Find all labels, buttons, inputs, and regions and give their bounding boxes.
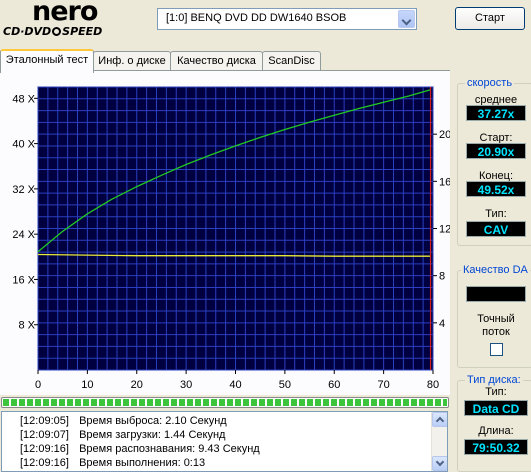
y-right-tick-label: 8	[439, 271, 445, 283]
x-tick-label: 60	[328, 379, 340, 391]
x-tick-label: 30	[180, 379, 192, 391]
disc-type-value: Data CD	[464, 400, 528, 416]
y-left-tick-label: 40 X	[12, 139, 35, 151]
log-time: [12:09:07]	[20, 429, 69, 441]
cd-dvd-speed-logo: CD·DVD SPEED	[3, 25, 102, 38]
y-right-tick-label: 4	[439, 318, 445, 330]
log-row: [12:09:16] Время выполнения: 0:13	[20, 457, 205, 469]
log-list: [12:09:05] Время выброса: 2.10 Секунд [1…	[1, 411, 448, 472]
log-row: [12:09:05] Время выброса: 2.10 Секунд	[20, 415, 227, 427]
benchmark-chart: 0 10 20 30 40 50 60 70 80 8 X 16 X 24 X 32 X 40 X 48 X…	[12, 86, 450, 391]
scroll-up-icon[interactable]	[432, 412, 447, 427]
log-time: [12:09:16]	[20, 457, 69, 469]
disc-type-title: Тип диска:	[465, 374, 523, 386]
progress-bar	[1, 397, 449, 408]
x-tick-label: 80	[427, 379, 439, 391]
x-tick-label: 50	[279, 379, 291, 391]
log-time: [12:09:05]	[20, 415, 69, 427]
log-row: [12:09:07] Время загрузки: 1.44 Секунд	[20, 429, 225, 441]
drive-select[interactable]: [1:0] BENQ DVD DD DW1640 BSOB	[157, 8, 417, 30]
log-text: Время распознавания: 9.43 Секунд	[79, 443, 260, 455]
log-text: Время выброса: 2.10 Секунд	[79, 415, 227, 427]
da-quality-title: Качество DA	[461, 264, 530, 276]
y-left-tick-label: 8 X	[18, 320, 35, 332]
speed-type-value: CAV	[466, 221, 526, 237]
tab-benchmark[interactable]: Эталонный тест	[0, 49, 94, 73]
start-speed-value: 20.90x	[466, 143, 526, 159]
accurate-stream-checkbox[interactable]	[490, 343, 503, 356]
end-speed-value: 49.52x	[466, 181, 526, 197]
tab-disc-quality[interactable]: Качество диска	[170, 51, 263, 72]
logo-sub-right: SPEED	[62, 25, 103, 38]
y-right-tick-label: 20	[439, 129, 450, 141]
x-tick-label: 10	[81, 379, 93, 391]
y-left-tick-label: 24 X	[12, 229, 35, 241]
tab-scandisc[interactable]: ScanDisc	[262, 51, 321, 72]
log-time: [12:09:16]	[20, 443, 69, 455]
log-row: [12:09:16] Время распознавания: 9.43 Сек…	[20, 443, 260, 455]
logo-sub-left: CD·DVD	[3, 25, 52, 38]
y-left-tick-label: 16 X	[12, 274, 35, 286]
disc-length-value: 79:50.32	[464, 439, 528, 455]
start-button[interactable]: Старт	[455, 7, 525, 30]
chevron-down-icon[interactable]	[398, 10, 415, 28]
accurate-stream-label-1: Точный	[477, 313, 515, 325]
disc-length-label: Длина:	[478, 425, 514, 437]
y-left-tick-label: 48 X	[12, 93, 35, 105]
drive-select-value: [1:0] BENQ DVD DD DW1640 BSOB	[166, 12, 347, 24]
da-quality-display	[466, 286, 526, 302]
scroll-down-icon[interactable]	[432, 456, 447, 471]
avg-speed-value: 37.27x	[466, 105, 526, 121]
y-right-tick-label: 16	[439, 176, 450, 188]
y-left-tick-label: 32 X	[12, 184, 35, 196]
log-text: Время загрузки: 1.44 Секунд	[79, 429, 226, 441]
speed-type-label: Тип:	[485, 208, 507, 220]
x-tick-label: 0	[35, 379, 41, 391]
progress-fill	[3, 399, 447, 406]
tab-disc-info[interactable]: Инф. о диске	[93, 51, 171, 72]
x-tick-label: 40	[229, 379, 241, 391]
log-scrollbar[interactable]	[431, 412, 447, 471]
y-right-tick-label: 12	[439, 224, 450, 236]
disc-icon	[52, 27, 62, 36]
nero-logo: nero	[32, 0, 98, 27]
accurate-stream-label-2: поток	[482, 326, 510, 338]
speed-group-title: скорость	[465, 77, 515, 89]
disc-type-label: Тип:	[485, 386, 507, 398]
x-tick-label: 70	[378, 379, 390, 391]
log-text: Время выполнения: 0:13	[79, 457, 206, 469]
x-tick-label: 20	[131, 379, 143, 391]
